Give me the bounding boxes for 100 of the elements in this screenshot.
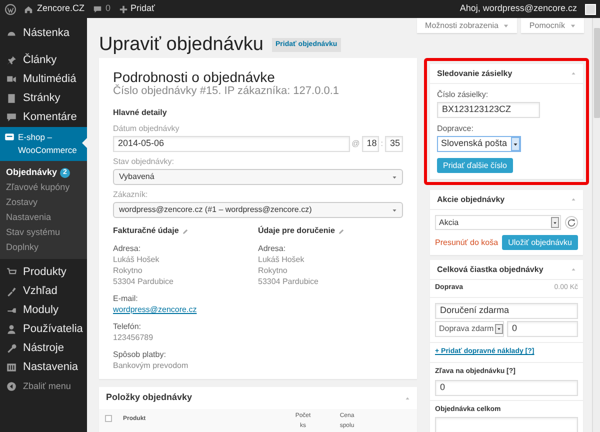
sidebar-item[interactable]: Nástroje (0, 339, 87, 358)
pin-icon (6, 55, 17, 66)
submenu-item[interactable]: Stav systému (0, 225, 87, 240)
page-icon (6, 93, 17, 104)
greeting-link[interactable]: Ahoj, wordpress@zencore.cz (460, 2, 577, 16)
field-value: Rokytno (258, 265, 288, 276)
screen-tab[interactable]: Pomocník (521, 18, 584, 33)
field-label: Telefón: (113, 321, 142, 332)
carrier-select[interactable]: Slovenská pošta (437, 136, 521, 152)
field-value: Rokytno (113, 265, 144, 276)
at-sign: @ (352, 138, 360, 150)
time-separator: : (380, 138, 383, 150)
caret-icon (503, 22, 510, 28)
sidebar-item[interactable]: Vzhľad (0, 282, 87, 301)
collapse-arrow-icon (405, 396, 410, 400)
section-heading: Hlavné detaily (113, 107, 168, 119)
collapse-arrow-icon (571, 267, 576, 272)
card-title: Položky objednávky (106, 391, 192, 404)
hour-field[interactable]: 18 (362, 136, 379, 152)
collapse-arrow-icon (571, 71, 576, 76)
submenu-item[interactable]: Nastavenia (0, 210, 87, 225)
field-label: Spôsob platby: (113, 349, 167, 360)
comment-icon (92, 4, 102, 14)
brush-icon (6, 286, 17, 297)
field-label: Dopravce: (437, 123, 474, 135)
submenu-item[interactable]: Zľavové kupóny (0, 180, 87, 195)
field-value: Bankovým prevodom (113, 360, 190, 371)
field-value: Lukáš Hošek (113, 254, 160, 265)
section-heading: Fakturačné údaje (113, 225, 179, 237)
field-label: Číslo zásielky: (437, 89, 490, 101)
checkbox[interactable] (105, 415, 112, 422)
total-field[interactable] (435, 417, 578, 432)
panel-title: Akcie objednávky (437, 194, 505, 206)
field-value: 53304 Pardubice (258, 276, 320, 287)
field-label: Dátum objednávky (113, 123, 180, 134)
caret-icon (497, 327, 501, 331)
sidebar-item[interactable]: Moduly (0, 301, 87, 320)
sidebar-item[interactable]: Zbaliť menu (0, 377, 87, 396)
action-select[interactable]: Akcia (435, 215, 561, 230)
page-title: Upraviť objednávku (99, 35, 264, 55)
pencil-icon (182, 228, 189, 234)
sidebar-item[interactable]: E-shop – WooCommerce (0, 127, 87, 161)
field-label: E-mail: (113, 293, 139, 304)
submenu-item[interactable]: Doplnky (0, 240, 87, 255)
sidebar-item[interactable]: Články (0, 51, 87, 70)
screen-tab[interactable]: Možnosti zobrazenia (417, 18, 518, 33)
shipping-name-field[interactable]: Doručení zdarma (435, 303, 578, 319)
date-field[interactable]: 2014-05-06 (113, 136, 350, 152)
caret-icon (570, 22, 576, 28)
select-field[interactable]: Vybavená (113, 169, 403, 185)
submenu-item[interactable]: Zostavy (0, 195, 87, 210)
current-arrow-icon (82, 138, 87, 148)
pencil-icon (338, 228, 345, 234)
shipping-cost-field[interactable]: 0 (507, 321, 578, 337)
home-icon (24, 4, 33, 14)
scrollbar-thumb[interactable] (594, 28, 600, 118)
panel-title: Sledovanie zásielky (437, 68, 512, 80)
minute-field[interactable]: 35 (385, 136, 403, 152)
user-icon (6, 324, 17, 335)
refresh-icon (567, 218, 576, 227)
order-subtitle: Číslo objednávky #15. IP zákazníka: 127.0.0.1 (113, 85, 340, 98)
caret-icon (553, 220, 557, 224)
section-heading: Údaje pre doručenie (258, 225, 335, 237)
caret-icon (513, 142, 518, 146)
sidebar-item[interactable]: Multimédiá (0, 70, 87, 89)
refresh-button[interactable] (565, 216, 578, 229)
comment-count[interactable]: 0 (106, 2, 111, 16)
field-label: Zákazník: (113, 189, 149, 200)
email-link[interactable]: wordpress@zencore.cz (113, 304, 258, 315)
store-icon (4, 132, 15, 143)
field-label: Adresa: (258, 243, 287, 254)
collapse-arrow-icon (571, 197, 576, 202)
sidebar-item[interactable]: Nástenka (0, 24, 87, 43)
sidebar-item[interactable]: Používatelia (0, 320, 87, 339)
sidebar-item[interactable]: Nastavenia (0, 358, 87, 377)
sidebar-item[interactable]: Produkty (0, 263, 87, 282)
panel-title: Celková čiastka objednávky (437, 264, 544, 276)
caret-icon (392, 174, 397, 180)
field-value: 53304 Pardubice (113, 276, 174, 287)
collapse-icon (6, 381, 17, 392)
tracking-number-field[interactable]: BX123123123CZ (437, 102, 540, 118)
comment-icon (6, 112, 17, 123)
field-label: Adresa: (113, 243, 142, 254)
settings-icon (6, 362, 17, 373)
plus-icon (118, 4, 128, 14)
discount-field[interactable]: 0 (435, 380, 578, 396)
select-field[interactable]: wordpress@zencore.cz (#1 – wordpress@zencore.cz) (113, 202, 403, 218)
wordpress-logo-icon (5, 4, 16, 14)
new-link[interactable]: Pridať (130, 2, 155, 16)
trash-link[interactable]: Presunúť do koša (435, 236, 498, 248)
wrench-icon (6, 343, 17, 354)
sidebar-item[interactable]: Stránky (0, 89, 87, 108)
field-value: 123456789 (113, 332, 154, 343)
site-link[interactable]: Zencore.CZ (37, 2, 85, 16)
avatar-icon (585, 4, 596, 14)
sidebar-item[interactable]: Komentáre (0, 108, 87, 127)
card-title: Podrobnosti o objednávke (113, 69, 276, 85)
media-icon (6, 74, 17, 85)
shipping-method-select[interactable]: Doprava zdarm (435, 321, 504, 337)
field-label: Stav objednávky: (113, 156, 175, 167)
